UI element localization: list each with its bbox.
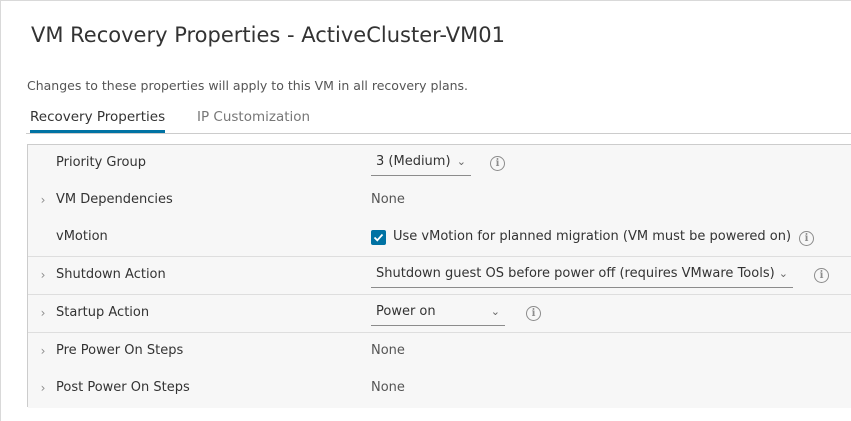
startup-action-value: Power on	[376, 304, 436, 319]
tab-bar: Recovery Properties IP Customization	[26, 105, 851, 134]
dialog-title: VM Recovery Properties - ActiveCluster-V…	[31, 23, 505, 47]
row-shutdown-action[interactable]: › Shutdown Action Shutdown guest OS befo…	[28, 257, 851, 295]
vm-recovery-properties-dialog: VM Recovery Properties - ActiveCluster-V…	[0, 0, 851, 421]
post-power-on-label: Post Power On Steps	[56, 380, 190, 395]
vmotion-checkbox[interactable]	[371, 230, 386, 245]
tab-recovery-properties[interactable]: Recovery Properties	[30, 105, 166, 133]
chevron-right-icon[interactable]: ›	[38, 268, 48, 282]
chevron-right-icon[interactable]: ›	[38, 344, 48, 358]
chevron-down-icon: ⌄	[778, 267, 788, 280]
info-icon[interactable]: i	[526, 306, 541, 321]
pre-power-on-label: Pre Power On Steps	[56, 343, 184, 358]
row-startup-action[interactable]: › Startup Action Power on ⌄ i	[28, 295, 851, 333]
priority-group-label: Priority Group	[56, 155, 146, 170]
post-power-on-value: None	[371, 380, 405, 395]
checkmark-icon	[373, 233, 384, 242]
startup-action-select[interactable]: Power on ⌄	[371, 300, 505, 326]
priority-group-value: 3 (Medium)	[376, 154, 451, 169]
chevron-down-icon: ⌄	[490, 305, 500, 318]
info-icon[interactable]: i	[814, 268, 829, 283]
row-vmotion: vMotion Use vMotion for planned migratio…	[28, 219, 851, 257]
vmotion-checkbox-label[interactable]: Use vMotion for planned migration (VM mu…	[393, 229, 791, 244]
chevron-down-icon: ⌄	[456, 155, 466, 168]
chevron-right-icon[interactable]: ›	[38, 306, 48, 320]
chevron-right-icon[interactable]: ›	[38, 193, 48, 207]
row-priority-group: Priority Group 3 (Medium) ⌄ i	[28, 145, 851, 183]
priority-group-select[interactable]: 3 (Medium) ⌄	[371, 150, 471, 176]
info-icon[interactable]: i	[490, 156, 505, 171]
shutdown-action-select[interactable]: Shutdown guest OS before power off (requ…	[371, 262, 793, 288]
shutdown-action-label: Shutdown Action	[56, 267, 166, 282]
row-vm-dependencies[interactable]: › VM Dependencies None	[28, 182, 851, 220]
info-icon[interactable]: i	[799, 231, 814, 246]
startup-action-label: Startup Action	[56, 305, 150, 320]
vmotion-label: vMotion	[56, 229, 108, 244]
vm-dependencies-value: None	[371, 192, 405, 207]
dialog-subtitle: Changes to these properties will apply t…	[27, 78, 469, 93]
row-post-power-on-steps[interactable]: › Post Power On Steps None	[28, 370, 851, 408]
tab-ip-customization[interactable]: IP Customization	[197, 105, 310, 132]
vm-dependencies-label: VM Dependencies	[56, 192, 173, 207]
properties-grid: Priority Group 3 (Medium) ⌄ i › VM Depen…	[27, 144, 851, 408]
shutdown-action-value: Shutdown guest OS before power off (requ…	[376, 266, 775, 281]
row-pre-power-on-steps[interactable]: › Pre Power On Steps None	[28, 333, 851, 371]
chevron-right-icon[interactable]: ›	[38, 381, 48, 395]
pre-power-on-value: None	[371, 343, 405, 358]
